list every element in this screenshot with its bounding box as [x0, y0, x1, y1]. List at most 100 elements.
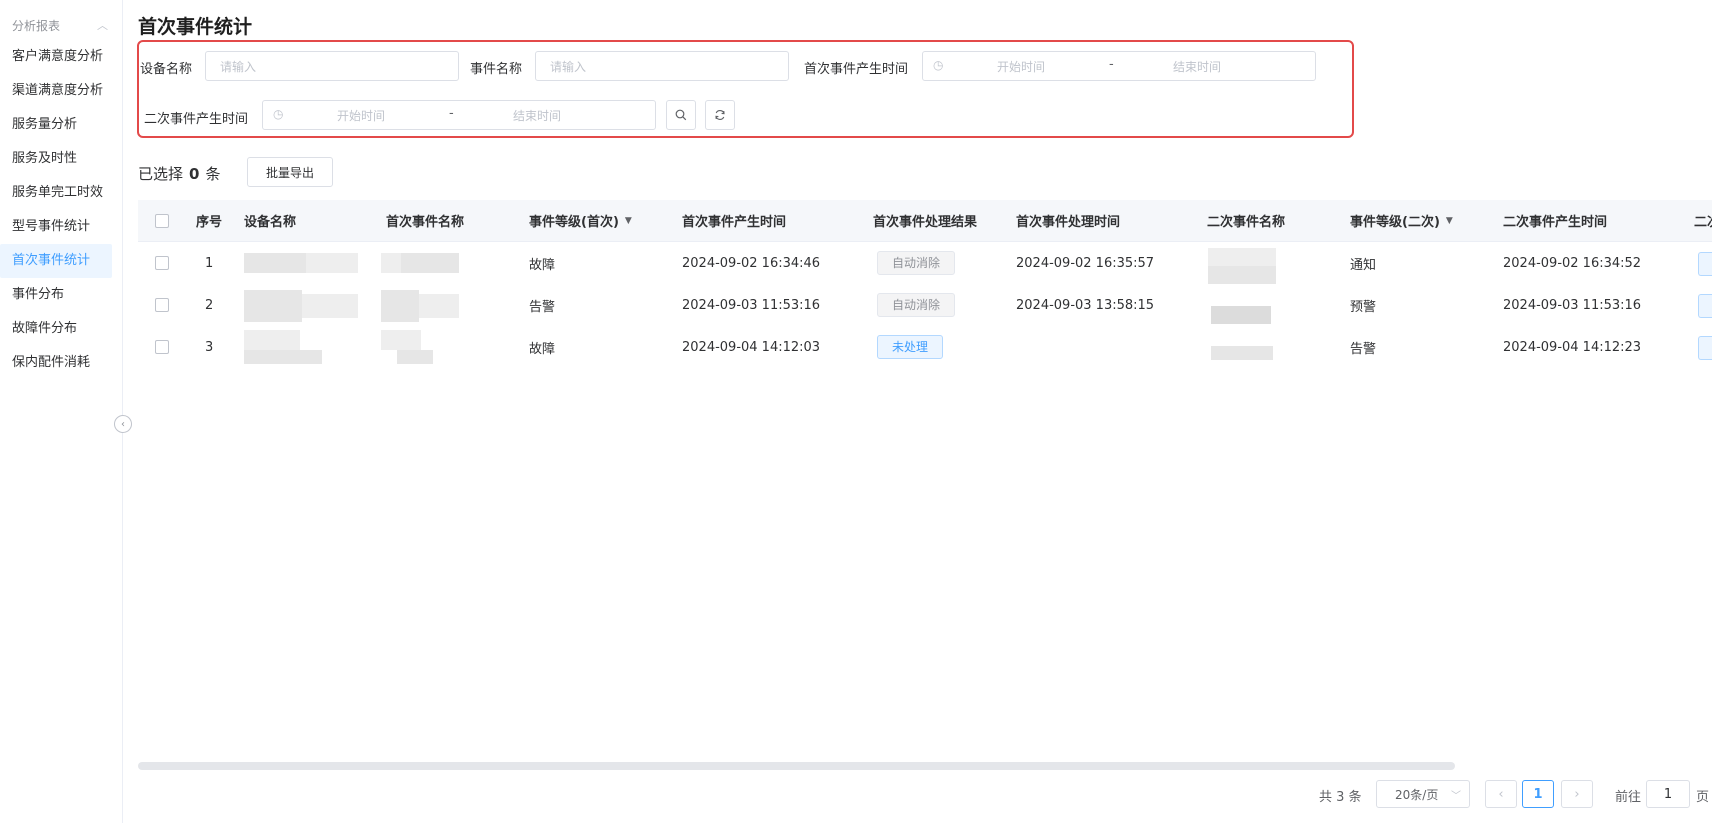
header-first-time: 首次事件产生时间	[682, 215, 787, 230]
table-row[interactable]: 2 告警 2024-09-03 11:53:16 自动消除 2024-09-03…	[138, 284, 1712, 327]
header-first-result: 首次事件处理结果	[873, 215, 978, 230]
second-time-range-picker[interactable]: ◷ 开始时间 - 结束时间	[262, 100, 656, 130]
header-first-level[interactable]: 事件等级(首次) ▼	[529, 200, 632, 241]
sidebar-item-service-timeliness[interactable]: 服务及时性	[0, 142, 112, 176]
row-checkbox[interactable]	[155, 298, 169, 312]
next-page-button[interactable]: ›	[1561, 780, 1593, 808]
selection-info: 已选择 0 条	[138, 163, 220, 184]
page-title: 首次事件统计	[138, 16, 253, 38]
table-row[interactable]: 1 故障 2024-09-02 16:34:46 自动消除 2024-09-02…	[138, 242, 1712, 285]
filter-icon[interactable]: ▼	[1446, 216, 1453, 226]
range-separator: -	[449, 106, 454, 121]
status-badge: 自动消除	[877, 251, 956, 275]
redacted-device-name	[244, 253, 306, 273]
header-first-level-label: 事件等级(首次)	[529, 215, 619, 230]
goto-page-input[interactable]: 1	[1646, 780, 1690, 808]
refresh-icon	[715, 110, 725, 120]
event-name-input[interactable]: 请输入	[535, 51, 789, 81]
device-name-placeholder: 请输入	[220, 60, 257, 74]
header-first-handle-time: 首次事件处理时间	[1016, 215, 1121, 230]
pagination-total: 共 3 条	[1319, 790, 1362, 805]
table-header: 序号 设备名称 首次事件名称 事件等级(首次) ▼ 首次事件产生时间 首次事件处…	[138, 200, 1712, 242]
goto-label: 前往	[1615, 790, 1642, 805]
redacted-device-name	[244, 290, 302, 322]
event-name-label: 事件名称	[470, 62, 523, 77]
row-first-time: 2024-09-04 14:12:03	[682, 339, 821, 355]
batch-export-button[interactable]: 批量导出	[247, 157, 333, 187]
row-second-level: 告警	[1350, 341, 1377, 357]
device-name-input[interactable]: 请输入	[205, 51, 459, 81]
status-badge: 自动消除	[877, 293, 956, 317]
status-badge	[1698, 336, 1712, 360]
select-all-checkbox[interactable]	[155, 213, 169, 228]
second-time-label: 二次事件产生时间	[144, 112, 249, 127]
selection-prefix: 已选择	[138, 165, 184, 183]
redacted-second-event-name	[1208, 248, 1276, 266]
row-checkbox[interactable]	[155, 340, 169, 354]
sidebar-item-completion-time[interactable]: 服务单完工时效	[0, 176, 112, 210]
sidebar-group-label: 分析报表	[12, 18, 61, 33]
table-row[interactable]: 3 故障 2024-09-04 14:12:03 未处理 告警 2024-09-…	[138, 326, 1712, 368]
row-checkbox[interactable]	[155, 256, 169, 270]
first-time-label: 首次事件产生时间	[804, 62, 909, 77]
data-table: 序号 设备名称 首次事件名称 事件等级(首次) ▼ 首次事件产生时间 首次事件处…	[138, 200, 1712, 368]
sidebar: 分析报表 ︿ 客户满意度分析 渠道满意度分析 服务量分析 服务及时性 服务单完工…	[0, 0, 123, 823]
page-size-select[interactable]: 20条/页 ﹀	[1376, 780, 1470, 808]
sidebar-item-customer-satisfaction[interactable]: 客户满意度分析	[0, 40, 112, 74]
header-cut-column: 二次	[1694, 215, 1712, 230]
sidebar-collapse-button[interactable]: ‹	[114, 415, 132, 433]
sidebar-list: 客户满意度分析 渠道满意度分析 服务量分析 服务及时性 服务单完工时效 型号事件…	[0, 40, 122, 380]
second-time-end[interactable]: 结束时间	[513, 107, 561, 124]
sidebar-item-fault-part-distribution[interactable]: 故障件分布	[0, 312, 112, 346]
row-first-level: 故障	[529, 257, 556, 273]
redacted-block	[302, 294, 358, 318]
redacted-event-name	[381, 290, 419, 322]
row-first-time: 2024-09-02 16:34:46	[682, 255, 821, 271]
row-first-time: 2024-09-03 11:53:16	[682, 297, 821, 313]
header-second-event-name: 二次事件名称	[1207, 215, 1286, 230]
first-time-range-picker[interactable]: ◷ 开始时间 - 结束时间	[922, 51, 1316, 81]
selection-suffix: 条	[205, 165, 221, 183]
header-device-name: 设备名称	[244, 215, 297, 230]
redacted-block	[381, 253, 401, 273]
sidebar-item-model-event-stats[interactable]: 型号事件统计	[0, 210, 112, 244]
sidebar-item-event-distribution[interactable]: 事件分布	[0, 278, 112, 312]
prev-page-button[interactable]: ‹	[1485, 780, 1517, 808]
row-first-level: 故障	[529, 341, 556, 357]
sidebar-item-service-volume[interactable]: 服务量分析	[0, 108, 112, 142]
sidebar-item-channel-satisfaction[interactable]: 渠道满意度分析	[0, 74, 112, 108]
row-second-level: 通知	[1350, 257, 1377, 273]
sidebar-item-first-event-stats[interactable]: 首次事件统计	[0, 244, 112, 278]
row-index: 2	[205, 297, 214, 313]
redacted-second-event-name	[1211, 346, 1273, 360]
first-time-start[interactable]: 开始时间	[997, 58, 1045, 75]
redacted-block	[306, 253, 358, 273]
sidebar-item-warranty-parts[interactable]: 保内配件消耗	[0, 346, 112, 380]
row-second-level: 预警	[1350, 299, 1377, 315]
reset-button[interactable]	[705, 100, 735, 130]
range-separator: -	[1109, 57, 1114, 72]
horizontal-scrollbar[interactable]	[138, 762, 1455, 770]
redacted-second-event-name	[1211, 306, 1271, 324]
clock-icon: ◷	[933, 58, 944, 72]
first-time-end[interactable]: 结束时间	[1173, 58, 1221, 75]
search-icon	[675, 109, 687, 121]
row-first-handle-time: 2024-09-03 13:58:15	[1016, 297, 1155, 313]
selection-count: 0	[189, 165, 200, 183]
chevron-right-icon: ›	[1574, 786, 1580, 802]
redacted-block	[1208, 266, 1276, 284]
row-second-time: 2024-09-02 16:34:52	[1503, 255, 1642, 271]
redacted-event-name	[401, 253, 459, 273]
page-number-current[interactable]: 1	[1522, 780, 1554, 808]
chevron-up-icon: ︿	[97, 19, 108, 32]
header-second-level-label: 事件等级(二次)	[1350, 215, 1440, 230]
second-time-start[interactable]: 开始时间	[337, 107, 385, 124]
status-badge: 未处理	[877, 335, 944, 359]
header-second-level[interactable]: 事件等级(二次) ▼	[1350, 200, 1453, 241]
filter-icon[interactable]: ▼	[625, 216, 632, 226]
clock-icon: ◷	[273, 107, 284, 121]
row-second-time: 2024-09-03 11:53:16	[1503, 297, 1642, 313]
search-button[interactable]	[666, 100, 696, 130]
redacted-block	[397, 350, 433, 364]
redacted-block	[419, 294, 459, 318]
